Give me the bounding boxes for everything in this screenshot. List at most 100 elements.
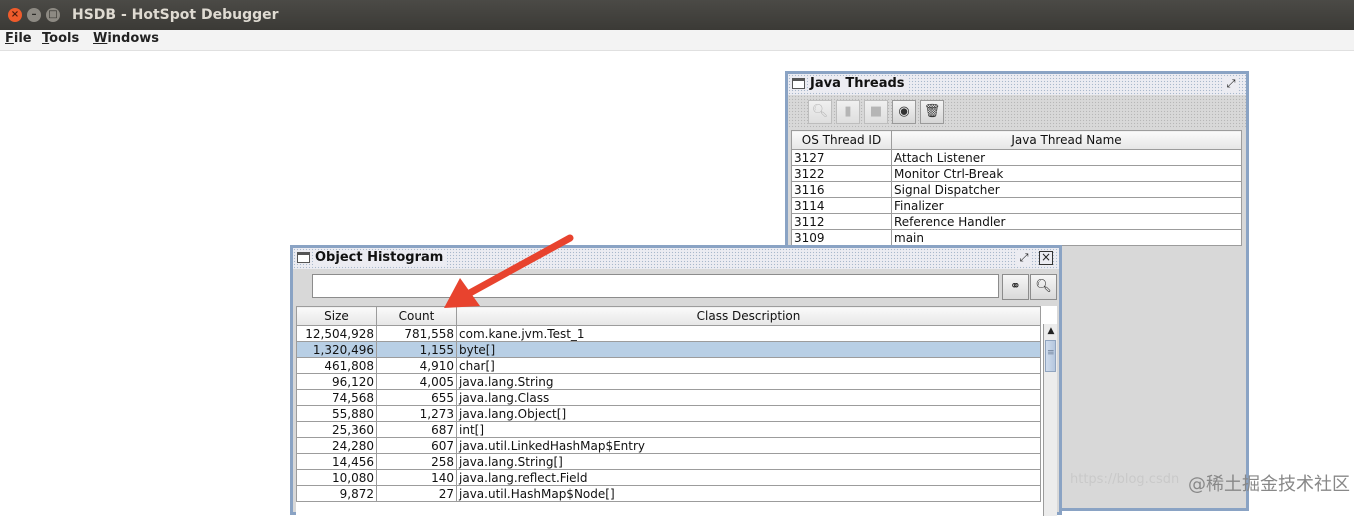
count-cell: 27 [376, 485, 457, 502]
thread-name: main [891, 229, 1242, 246]
count-cell: 781,558 [376, 325, 457, 342]
menu-file-label: ile [13, 31, 32, 46]
size-cell: 55,880 [296, 405, 377, 422]
close-icon[interactable]: × [1039, 251, 1053, 265]
menu-windows-mnemonic: W [93, 31, 108, 46]
menu-windows[interactable]: Windows [93, 31, 159, 46]
table-row[interactable]: 3127 Attach Listener [791, 149, 1242, 166]
search-row: ⚭ 🔍︎ [296, 272, 1057, 302]
object-histogram-frame[interactable]: Object Histogram ⤢ × ⚭ 🔍︎ Size Count Cla… [290, 245, 1062, 516]
frame-icon [297, 252, 310, 263]
restore-icon[interactable]: ⤢ [1017, 251, 1031, 265]
thread-name: Attach Listener [891, 149, 1242, 166]
count-cell: 1,273 [376, 405, 457, 422]
table-row[interactable]: 3114 Finalizer [791, 197, 1242, 214]
close-window-button[interactable]: × [8, 8, 22, 22]
count-cell: 655 [376, 389, 457, 406]
search-input[interactable] [312, 274, 999, 298]
count-cell: 607 [376, 437, 457, 454]
table-row[interactable]: 14,456 258 java.lang.String[] [296, 453, 1041, 470]
thread-id: 3114 [791, 197, 892, 214]
table-row[interactable]: 96,120 4,005 java.lang.String [296, 373, 1041, 390]
table-row[interactable]: 55,880 1,273 java.lang.Object[] [296, 405, 1041, 422]
table-row-selected[interactable]: 1,320,496 1,155 byte[] [296, 341, 1041, 358]
java-threads-toolbar: 🔍︎ ▮ ■ ◉ 🗑︎ [788, 95, 1246, 128]
find-binoculars-icon[interactable]: ⚭ [1002, 274, 1029, 300]
column-header-size[interactable]: Size [296, 306, 377, 326]
column-header-os-thread-id[interactable]: OS Thread ID [791, 130, 892, 150]
table-row[interactable]: 10,080 140 java.lang.reflect.Field [296, 469, 1041, 486]
size-cell: 25,360 [296, 421, 377, 438]
table-header: Size Count Class Description [296, 306, 1041, 326]
table-row[interactable]: 12,504,928 781,558 com.kane.jvm.Test_1 [296, 325, 1041, 342]
java-threads-table: OS Thread ID Java Thread Name 3127 Attach… [791, 130, 1242, 246]
object-histogram-title: Object Histogram [313, 250, 448, 265]
histogram-table-container: Size Count Class Description 12,504,928 7… [296, 306, 1057, 516]
table-row[interactable]: 3122 Monitor Ctrl-Break [791, 165, 1242, 182]
class-cell: java.lang.reflect.Field [456, 469, 1041, 486]
inspect-icon[interactable]: 🔍︎ [808, 100, 832, 124]
menu-tools-label: ools [49, 31, 80, 46]
thread-id: 3127 [791, 149, 892, 166]
menu-tools[interactable]: Tools [42, 31, 79, 46]
table-row[interactable]: 3116 Signal Dispatcher [791, 181, 1242, 198]
title-bar: × – □ HSDB - HotSpot Debugger [0, 0, 1354, 30]
count-cell: 258 [376, 453, 457, 470]
menu-windows-label: indows [107, 31, 160, 46]
thread-id: 3116 [791, 181, 892, 198]
watermark-brand: @稀土掘金技术社区 [1188, 474, 1350, 495]
scroll-thumb[interactable] [1045, 340, 1056, 372]
count-cell: 4,005 [376, 373, 457, 390]
class-cell: java.lang.String[] [456, 453, 1041, 470]
size-cell: 12,504,928 [296, 325, 377, 342]
class-cell: char[] [456, 357, 1041, 374]
restore-icon[interactable]: ⤢ [1224, 77, 1238, 91]
class-cell: java.util.LinkedHashMap$Entry [456, 437, 1041, 454]
menu-file-mnemonic: F [5, 31, 14, 46]
thread-name: Reference Handler [891, 213, 1242, 230]
window-title: HSDB - HotSpot Debugger [72, 7, 279, 23]
table-row[interactable]: 9,872 27 java.util.HashMap$Node[] [296, 485, 1041, 502]
vertical-scrollbar[interactable]: ▲ [1043, 324, 1057, 516]
class-cell: byte[] [456, 341, 1041, 358]
size-cell: 24,280 [296, 437, 377, 454]
maximize-window-button[interactable]: □ [46, 8, 60, 22]
thread-name: Finalizer [891, 197, 1242, 214]
thread-id: 3109 [791, 229, 892, 246]
table-row[interactable]: 461,808 4,910 char[] [296, 357, 1041, 374]
table-row[interactable]: 3112 Reference Handler [791, 213, 1242, 230]
object-histogram-titlebar[interactable]: Object Histogram ⤢ × [293, 248, 1059, 269]
annotation-arrow [444, 234, 574, 308]
table-row[interactable]: 24,280 607 java.util.LinkedHashMap$Entry [296, 437, 1041, 454]
table-row[interactable]: 25,360 687 int[] [296, 421, 1041, 438]
size-cell: 74,568 [296, 389, 377, 406]
scroll-up-arrow-icon[interactable]: ▲ [1044, 324, 1057, 338]
column-header-java-thread-name[interactable]: Java Thread Name [891, 130, 1242, 150]
minimize-window-button[interactable]: – [27, 8, 41, 22]
class-cell: java.lang.Class [456, 389, 1041, 406]
frame-icon [792, 78, 805, 89]
memory-icon[interactable]: ■ [864, 100, 888, 124]
menu-file[interactable]: File [5, 31, 32, 46]
size-cell: 10,080 [296, 469, 377, 486]
info-icon[interactable]: ◉ [892, 100, 916, 124]
size-cell: 9,872 [296, 485, 377, 502]
class-cell: int[] [456, 421, 1041, 438]
class-cell: java.lang.Object[] [456, 405, 1041, 422]
trash-icon[interactable]: 🗑︎ [920, 100, 944, 124]
stack-icon[interactable]: ▮ [836, 100, 860, 124]
table-row[interactable]: 74,568 655 java.lang.Class [296, 389, 1041, 406]
java-threads-titlebar[interactable]: Java Threads ⤢ [788, 74, 1246, 95]
size-cell: 14,456 [296, 453, 377, 470]
count-cell: 687 [376, 421, 457, 438]
thread-id: 3112 [791, 213, 892, 230]
class-cell: java.lang.String [456, 373, 1041, 390]
table-row[interactable]: 3109 main [791, 229, 1242, 246]
count-cell: 140 [376, 469, 457, 486]
table-header: OS Thread ID Java Thread Name [791, 130, 1242, 150]
size-cell: 96,120 [296, 373, 377, 390]
magnifier-icon[interactable]: 🔍︎ [1030, 274, 1057, 300]
menu-bar: File Tools Windows [0, 30, 1354, 51]
histogram-table: Size Count Class Description 12,504,928 7… [296, 306, 1041, 502]
count-cell: 1,155 [376, 341, 457, 358]
